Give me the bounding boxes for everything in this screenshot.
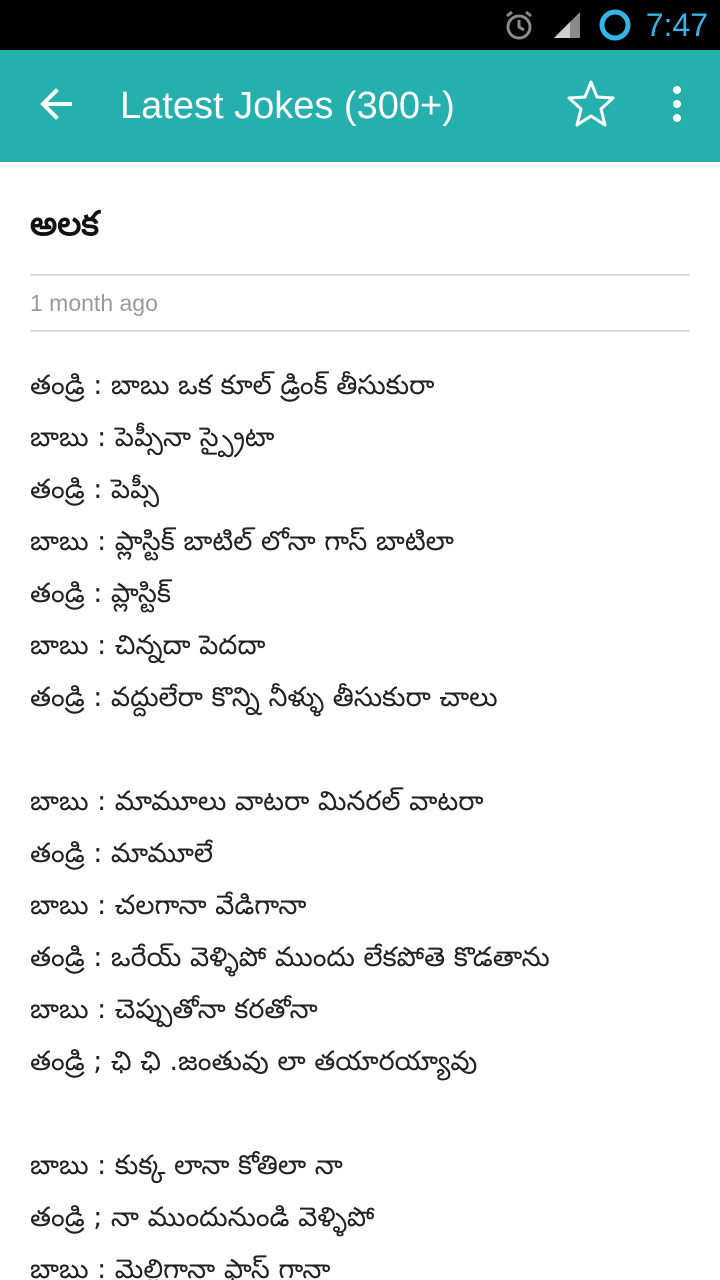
joke-content[interactable]: అలక 1 month ago తండ్రి : బాబు ఒక కూల్ డ్…	[0, 162, 720, 1280]
joke-line: తండ్రి : పెప్సీ	[30, 474, 160, 505]
joke-line: బాబు : పెప్సీనా స్ప్రైటా	[30, 422, 275, 453]
joke-line: తండ్రి : ప్లాస్టిక్	[30, 578, 171, 609]
status-bar: 7:47	[0, 0, 720, 50]
joke-line: తండ్రి : మామూలే	[30, 838, 214, 869]
status-time: 7:47	[645, 6, 708, 43]
posted-time: 1 month ago	[30, 290, 158, 316]
joke-body: తండ్రి : బాబు ఒక కూల్ డ్రింక్ తీసుకురా బ…	[30, 360, 690, 1280]
joke-line: బాబు : ప్లాస్టిక్ బాటిల్ లోనా గాస్ బాటిల…	[30, 526, 454, 557]
more-vertical-icon	[671, 84, 683, 128]
joke-title: అలక	[30, 204, 100, 244]
joke-line: బాబు : మామూలు వాటరా మినరల్ వాటరా	[30, 786, 484, 817]
page-title: Latest Jokes (300+)	[120, 84, 455, 127]
divider	[30, 330, 690, 332]
overflow-menu-button[interactable]	[634, 50, 720, 162]
signal-icon	[552, 10, 582, 40]
joke-line: తండ్రి ; ఛి ఛి .జంతువు లా తయారయ్యావు	[30, 1046, 478, 1077]
joke-line: తండ్రి : వద్దులేరా కొన్ని నీళ్ళు తీసుకుర…	[30, 682, 498, 713]
favorite-button[interactable]	[548, 50, 634, 162]
sync-icon	[598, 8, 632, 42]
star-outline-icon	[565, 78, 617, 134]
joke-line: బాబు : చిన్నదా పెదదా	[30, 630, 266, 661]
joke-line: బాబు : చెప్పుతోనా కరతోనా	[30, 994, 318, 1025]
joke-line: తండ్రి : బాబు ఒక కూల్ డ్రింక్ తీసుకురా	[30, 370, 435, 401]
arrow-left-icon	[36, 84, 76, 128]
app-bar: Latest Jokes (300+)	[0, 50, 720, 162]
alarm-icon	[502, 8, 536, 42]
back-button[interactable]	[0, 50, 112, 162]
joke-line: బాబు : మెల్లిగానా ఫాస్ గానా	[30, 1254, 331, 1280]
joke-line: తండ్రి ; నా ముందునుండి వెళ్ళిపో	[30, 1202, 375, 1233]
joke-line: బాబు : చలగానా వేడిగానా	[30, 890, 307, 921]
joke-line: బాబు : కుక్క లానా కోతిలా నా	[30, 1150, 343, 1181]
joke-line: తండ్రి : ఒరేయ్ వెళ్ళిపో ముందు లేకపోతె కొ…	[30, 942, 550, 973]
